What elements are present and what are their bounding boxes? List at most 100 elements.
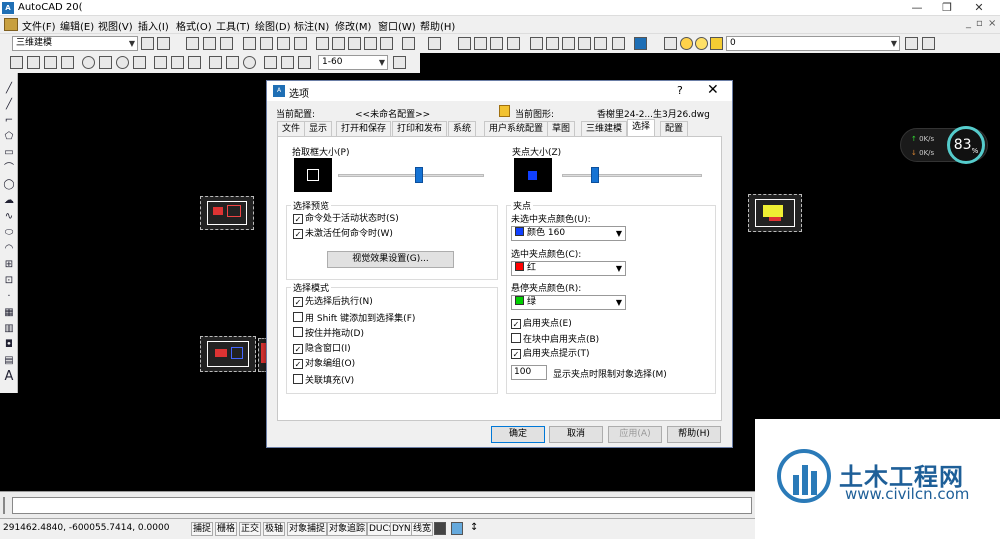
drawing-sheet[interactable] [200,336,256,372]
tab-drafting[interactable]: 草图 [547,121,576,136]
sheet-set-icon[interactable] [578,37,591,50]
diameter-dim-icon[interactable] [116,56,129,69]
ellipse-icon[interactable]: ⬭ [3,227,15,238]
tab-plot-publish[interactable]: 打印和发布 [392,121,448,136]
tool-palettes-icon[interactable] [562,37,575,50]
make-block-icon[interactable]: ⊡ [3,275,15,286]
otrack-toggle[interactable]: 对象追踪 [327,522,368,536]
arc-length-icon[interactable] [61,56,74,69]
design-center-icon[interactable] [546,37,559,50]
enable-grips-in-blocks-checkbox[interactable]: 在块中启用夹点(B) [511,333,599,345]
preview-icon[interactable] [260,37,273,50]
menu-format[interactable]: 格式(O) [176,18,212,33]
snap-toggle[interactable]: 捕捉 [191,522,214,536]
tab-profiles[interactable]: 配置 [660,121,689,136]
properties-icon[interactable] [530,37,543,50]
point-icon[interactable]: · [3,291,15,302]
insert-block-icon[interactable]: ⊞ [3,259,15,270]
ortho-toggle[interactable]: 正交 [239,522,262,536]
save-icon[interactable] [220,37,233,50]
document-icon[interactable] [4,18,18,31]
polar-toggle[interactable]: 极轴 [263,522,286,536]
dialog-title-bar[interactable]: A 选项 ? ✕ [267,81,732,101]
doc-close-button[interactable]: × [988,18,996,29]
dim-text-edit-icon[interactable] [281,56,294,69]
help-button[interactable]: 帮助(H) [667,426,721,443]
help-icon[interactable] [634,37,647,50]
grip-size-slider[interactable] [562,167,702,183]
tab-files[interactable]: 文件 [277,121,306,136]
menu-window[interactable]: 窗口(W) [378,18,416,33]
selection-mode-option[interactable]: 用 Shift 键添加到选择集(F) [293,311,415,324]
aligned-dim-icon[interactable] [27,56,40,69]
layer-on-icon[interactable] [680,37,693,50]
visual-effects-settings-button[interactable]: 视觉效果设置(G)... [327,251,454,268]
command-input[interactable] [12,497,752,514]
dim-style-select[interactable]: 1-60 ▼ [318,55,388,70]
redo-icon[interactable] [428,37,441,50]
zoom-previous-icon[interactable] [507,37,520,50]
menu-insert[interactable]: 插入(I) [138,18,169,33]
match-properties-icon[interactable] [364,37,377,50]
radius-dim-icon[interactable] [82,56,95,69]
layer-previous-icon[interactable] [922,37,935,50]
menu-draw[interactable]: 绘图(D) [255,18,291,33]
selection-mode-option[interactable]: 关联填充(V) [293,373,354,386]
enable-grip-tips-checkbox[interactable]: ✓ 启用夹点提示(T) [511,348,590,360]
undo-icon[interactable] [402,37,415,50]
dim-style-icon[interactable] [393,56,406,69]
hover-grip-color-select[interactable]: 绿 ▼ [511,295,626,310]
center-mark-icon[interactable] [243,56,256,69]
region-icon[interactable]: ◘ [3,339,15,350]
apply-button[interactable]: 应用(A) [608,426,662,443]
lineweight-toggle[interactable]: 线宽 [411,522,434,536]
selection-mode-option[interactable]: ✓ 先选择后执行(N) [293,296,373,308]
pan-icon[interactable] [458,37,471,50]
arc-icon[interactable]: ⌒ [3,163,15,174]
ellipse-arc-icon[interactable]: ◠ [3,243,15,254]
tab-display[interactable]: 显示 [304,121,333,136]
dim-edit-icon[interactable] [264,56,277,69]
menu-file[interactable]: 文件(F) [22,18,56,33]
angular-dim-icon[interactable] [133,56,146,69]
freeze-icon[interactable] [695,37,708,50]
polygon-icon[interactable]: ⬠ [3,131,15,142]
paste-icon[interactable] [348,37,361,50]
ok-button[interactable]: 确定 [491,426,545,443]
revision-cloud-icon[interactable]: ☁ [3,195,15,206]
coordinate-readout[interactable]: 291462.4840, -600055.7414, 0.0000 [3,523,169,533]
tray-icon[interactable]: ↕ [470,522,478,533]
grip-object-limit-input[interactable]: 100 [511,365,547,380]
make-current-layer-icon[interactable] [905,37,918,50]
menu-view[interactable]: 视图(V) [98,18,133,33]
unselected-grip-color-select[interactable]: 颜色 160 ▼ [511,226,626,241]
tab-system[interactable]: 系统 [448,121,477,136]
circle-icon[interactable]: ◯ [3,179,15,190]
layer-manager-icon[interactable] [664,37,677,50]
menu-tools[interactable]: 工具(T) [216,18,250,33]
dialog-close-button[interactable]: ✕ [707,82,719,98]
menu-edit[interactable]: 编辑(E) [60,18,94,33]
rectangle-icon[interactable]: ▭ [3,147,15,158]
tolerance-icon[interactable] [226,56,239,69]
selected-grip-color-select[interactable]: 红 ▼ [511,261,626,276]
jogged-dim-icon[interactable] [99,56,112,69]
menu-modify[interactable]: 修改(M) [335,18,371,33]
workspace-settings-icon[interactable] [141,37,154,50]
spline-icon[interactable]: ∿ [3,211,15,222]
selection-mode-option[interactable]: 按住并拖动(D) [293,327,364,339]
baseline-dim-icon[interactable] [171,56,184,69]
open-icon[interactable] [203,37,216,50]
hatch-icon[interactable]: ▦ [3,307,15,318]
layer-select[interactable]: 0 ▼ [726,36,900,51]
polyline-icon[interactable]: ⌐ [3,115,15,126]
preview-inactive-checkbox[interactable]: ✓ 未激活任何命令时(W) [293,228,393,240]
maximize-button[interactable]: ❐ [932,0,962,16]
doc-minimize-button[interactable]: _ [966,18,971,29]
preview-active-checkbox[interactable]: ✓ 命令处于活动状态时(S) [293,213,399,225]
block-editor-icon[interactable] [380,37,393,50]
copy-icon[interactable] [332,37,345,50]
ordinate-dim-icon[interactable] [44,56,57,69]
tab-open-save[interactable]: 打开和保存 [336,121,392,136]
model-icon[interactable] [434,522,446,535]
